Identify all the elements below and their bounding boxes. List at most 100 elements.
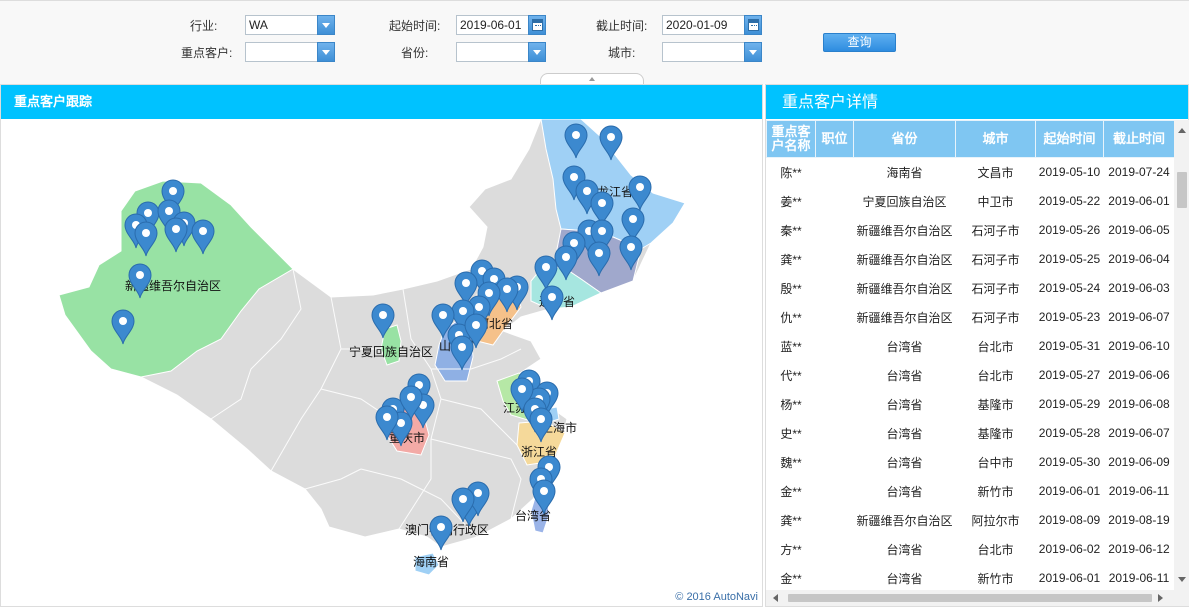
table-row[interactable]: 代** 台湾省 台北市 2019-05-27 2019-06-06 — [767, 361, 1175, 390]
cell-name: 龚** — [780, 252, 802, 267]
table-row[interactable]: 姜** 宁夏回族自治区 中卫市 2019-05-22 2019-06-01 — [767, 187, 1175, 216]
map-pin-icon[interactable] — [128, 263, 152, 299]
scroll-down-icon[interactable] — [1178, 577, 1186, 582]
column-header-name[interactable]: 重点客户名称 — [766, 120, 816, 158]
cell-city: 石河子市 — [971, 281, 1020, 296]
map-pin-icon[interactable] — [628, 175, 652, 211]
customer-select[interactable] — [245, 42, 335, 62]
map-pin-icon[interactable] — [619, 235, 643, 271]
chevron-down-icon[interactable] — [744, 42, 762, 62]
map-pin-icon[interactable] — [532, 479, 556, 515]
scroll-thumb[interactable] — [1177, 172, 1187, 208]
cell-position — [816, 361, 854, 390]
start-date-field[interactable]: 2019-06-01 — [456, 15, 546, 35]
customer-label: 重点客户: — [181, 46, 233, 60]
province-select[interactable] — [456, 42, 546, 62]
map-pin-icon[interactable] — [111, 309, 135, 345]
cell-name: 蓝** — [780, 339, 802, 354]
table-row[interactable]: 殷** 新疆维吾尔自治区 石河子市 2019-05-24 2019-06-03 — [767, 274, 1175, 303]
cell-name: 代** — [780, 368, 802, 383]
column-header-city[interactable]: 城市 — [955, 120, 1036, 158]
cell-start: 2019-06-01 — [1038, 484, 1101, 498]
table-row[interactable]: 金** 台湾省 新竹市 2019-06-01 2019-06-11 — [767, 564, 1175, 591]
calendar-icon[interactable] — [528, 15, 546, 35]
cell-end: 2019-07-24 — [1108, 165, 1170, 180]
map-pin-icon[interactable] — [451, 487, 475, 523]
calendar-icon[interactable] — [744, 15, 762, 35]
cell-end: 2019-06-11 — [1108, 571, 1170, 585]
column-header-province[interactable]: 省份 — [853, 120, 956, 158]
map-pin-icon[interactable] — [164, 217, 188, 253]
map-pin-icon[interactable] — [134, 221, 158, 257]
map-pin-icon[interactable] — [375, 405, 399, 441]
table-row[interactable]: 蓝** 台湾省 台北市 2019-05-31 2019-06-10 — [767, 332, 1175, 361]
table-row[interactable]: 方** 台湾省 台北市 2019-06-02 2019-06-12 — [767, 535, 1175, 564]
chevron-down-icon[interactable] — [317, 15, 335, 35]
cell-position — [816, 274, 854, 303]
table-row[interactable]: 陈** 海南省 文昌市 2019-05-10 2019-07-24 — [767, 158, 1175, 187]
cell-province: 新疆维吾尔自治区 — [856, 310, 953, 325]
map-pin-icon[interactable] — [599, 125, 623, 161]
table-row[interactable]: 杨** 台湾省 基隆市 2019-05-29 2019-06-08 — [767, 390, 1175, 419]
cell-position — [816, 477, 854, 506]
table-row[interactable]: 秦** 新疆维吾尔自治区 石河子市 2019-05-26 2019-06-05 — [767, 216, 1175, 245]
map-pin-icon[interactable] — [371, 303, 395, 339]
cell-end: 2019-06-08 — [1108, 397, 1170, 411]
table-row[interactable]: 龚** 新疆维吾尔自治区 阿拉尔市 2019-08-09 2019-08-19 — [767, 506, 1175, 535]
scroll-up-icon[interactable] — [1178, 128, 1186, 133]
cell-city: 石河子市 — [971, 223, 1020, 238]
table-row[interactable]: 史** 台湾省 基隆市 2019-05-28 2019-06-07 — [767, 419, 1175, 448]
cell-start: 2019-05-24 — [1038, 281, 1101, 295]
column-header-position[interactable]: 职位 — [815, 120, 854, 158]
end-date-field[interactable]: 2020-01-09 — [662, 15, 762, 35]
column-header-start[interactable]: 起始时间 — [1035, 120, 1104, 158]
cell-city: 石河子市 — [971, 310, 1020, 325]
cell-name: 金** — [780, 484, 802, 499]
horizontal-scrollbar[interactable] — [766, 590, 1189, 606]
map-pin-icon[interactable] — [450, 335, 474, 371]
scroll-right-icon[interactable] — [1158, 594, 1163, 602]
cell-start: 2019-05-27 — [1038, 368, 1101, 382]
cell-province: 海南省 — [886, 165, 923, 180]
cell-city: 新竹市 — [977, 484, 1014, 499]
scroll-thumb[interactable] — [788, 594, 1152, 602]
region-label-ningxia: 宁夏回族自治区 — [349, 345, 434, 359]
city-select[interactable] — [662, 42, 762, 62]
cell-start: 2019-05-25 — [1038, 252, 1101, 266]
cell-name: 杨** — [780, 397, 802, 412]
cell-province: 宁夏回族自治区 — [862, 194, 947, 209]
map-pin-icon[interactable] — [540, 285, 564, 321]
cell-province: 台湾省 — [886, 484, 923, 499]
cell-name: 殷** — [780, 281, 802, 296]
map-pin-icon[interactable] — [529, 407, 553, 443]
cell-end: 2019-06-10 — [1108, 339, 1170, 353]
map-pin-icon[interactable] — [429, 515, 453, 551]
cell-name: 仇** — [780, 310, 802, 325]
cell-start: 2019-05-26 — [1038, 223, 1101, 237]
chevron-down-icon[interactable] — [317, 42, 335, 62]
table-row[interactable]: 仇** 新疆维吾尔自治区 石河子市 2019-05-23 2019-06-07 — [767, 303, 1175, 332]
cell-position — [816, 332, 854, 361]
scroll-left-icon[interactable] — [773, 594, 778, 602]
customer-grid[interactable]: 重点客户名称 职位 省份 城市 起始时间 截止时间 陈** 海南省 文昌市 2019-… — [766, 120, 1174, 590]
column-header-end[interactable]: 截止时间 — [1103, 120, 1174, 158]
map-pin-icon[interactable] — [399, 385, 423, 421]
cell-province: 台湾省 — [886, 571, 923, 586]
vertical-scrollbar[interactable] — [1174, 120, 1189, 590]
industry-select[interactable]: WA — [245, 15, 335, 35]
cell-position — [816, 216, 854, 245]
cell-end: 2019-08-19 — [1108, 513, 1170, 527]
table-row[interactable]: 龚** 新疆维吾尔自治区 石河子市 2019-05-25 2019-06-04 — [767, 245, 1175, 274]
table-row[interactable]: 魏** 台湾省 台中市 2019-05-30 2019-06-09 — [767, 448, 1175, 477]
chevron-down-icon[interactable] — [528, 42, 546, 62]
map-pin-icon[interactable] — [564, 123, 588, 159]
query-button[interactable]: 查询 — [823, 33, 896, 52]
table-row[interactable]: 金** 台湾省 新竹市 2019-06-01 2019-06-11 — [767, 477, 1175, 506]
cell-position — [816, 303, 854, 332]
end-date-value: 2020-01-09 — [666, 18, 728, 32]
cell-city: 基隆市 — [977, 426, 1014, 441]
china-map[interactable]: 新疆维吾尔自治区 宁夏回族自治区 黑龙江省 辽宁省 河北省 山西省 江苏省 上海… — [1, 119, 762, 606]
map-pin-icon[interactable] — [587, 241, 611, 277]
map-pin-icon[interactable] — [191, 219, 215, 255]
cell-end: 2019-06-11 — [1108, 484, 1170, 498]
